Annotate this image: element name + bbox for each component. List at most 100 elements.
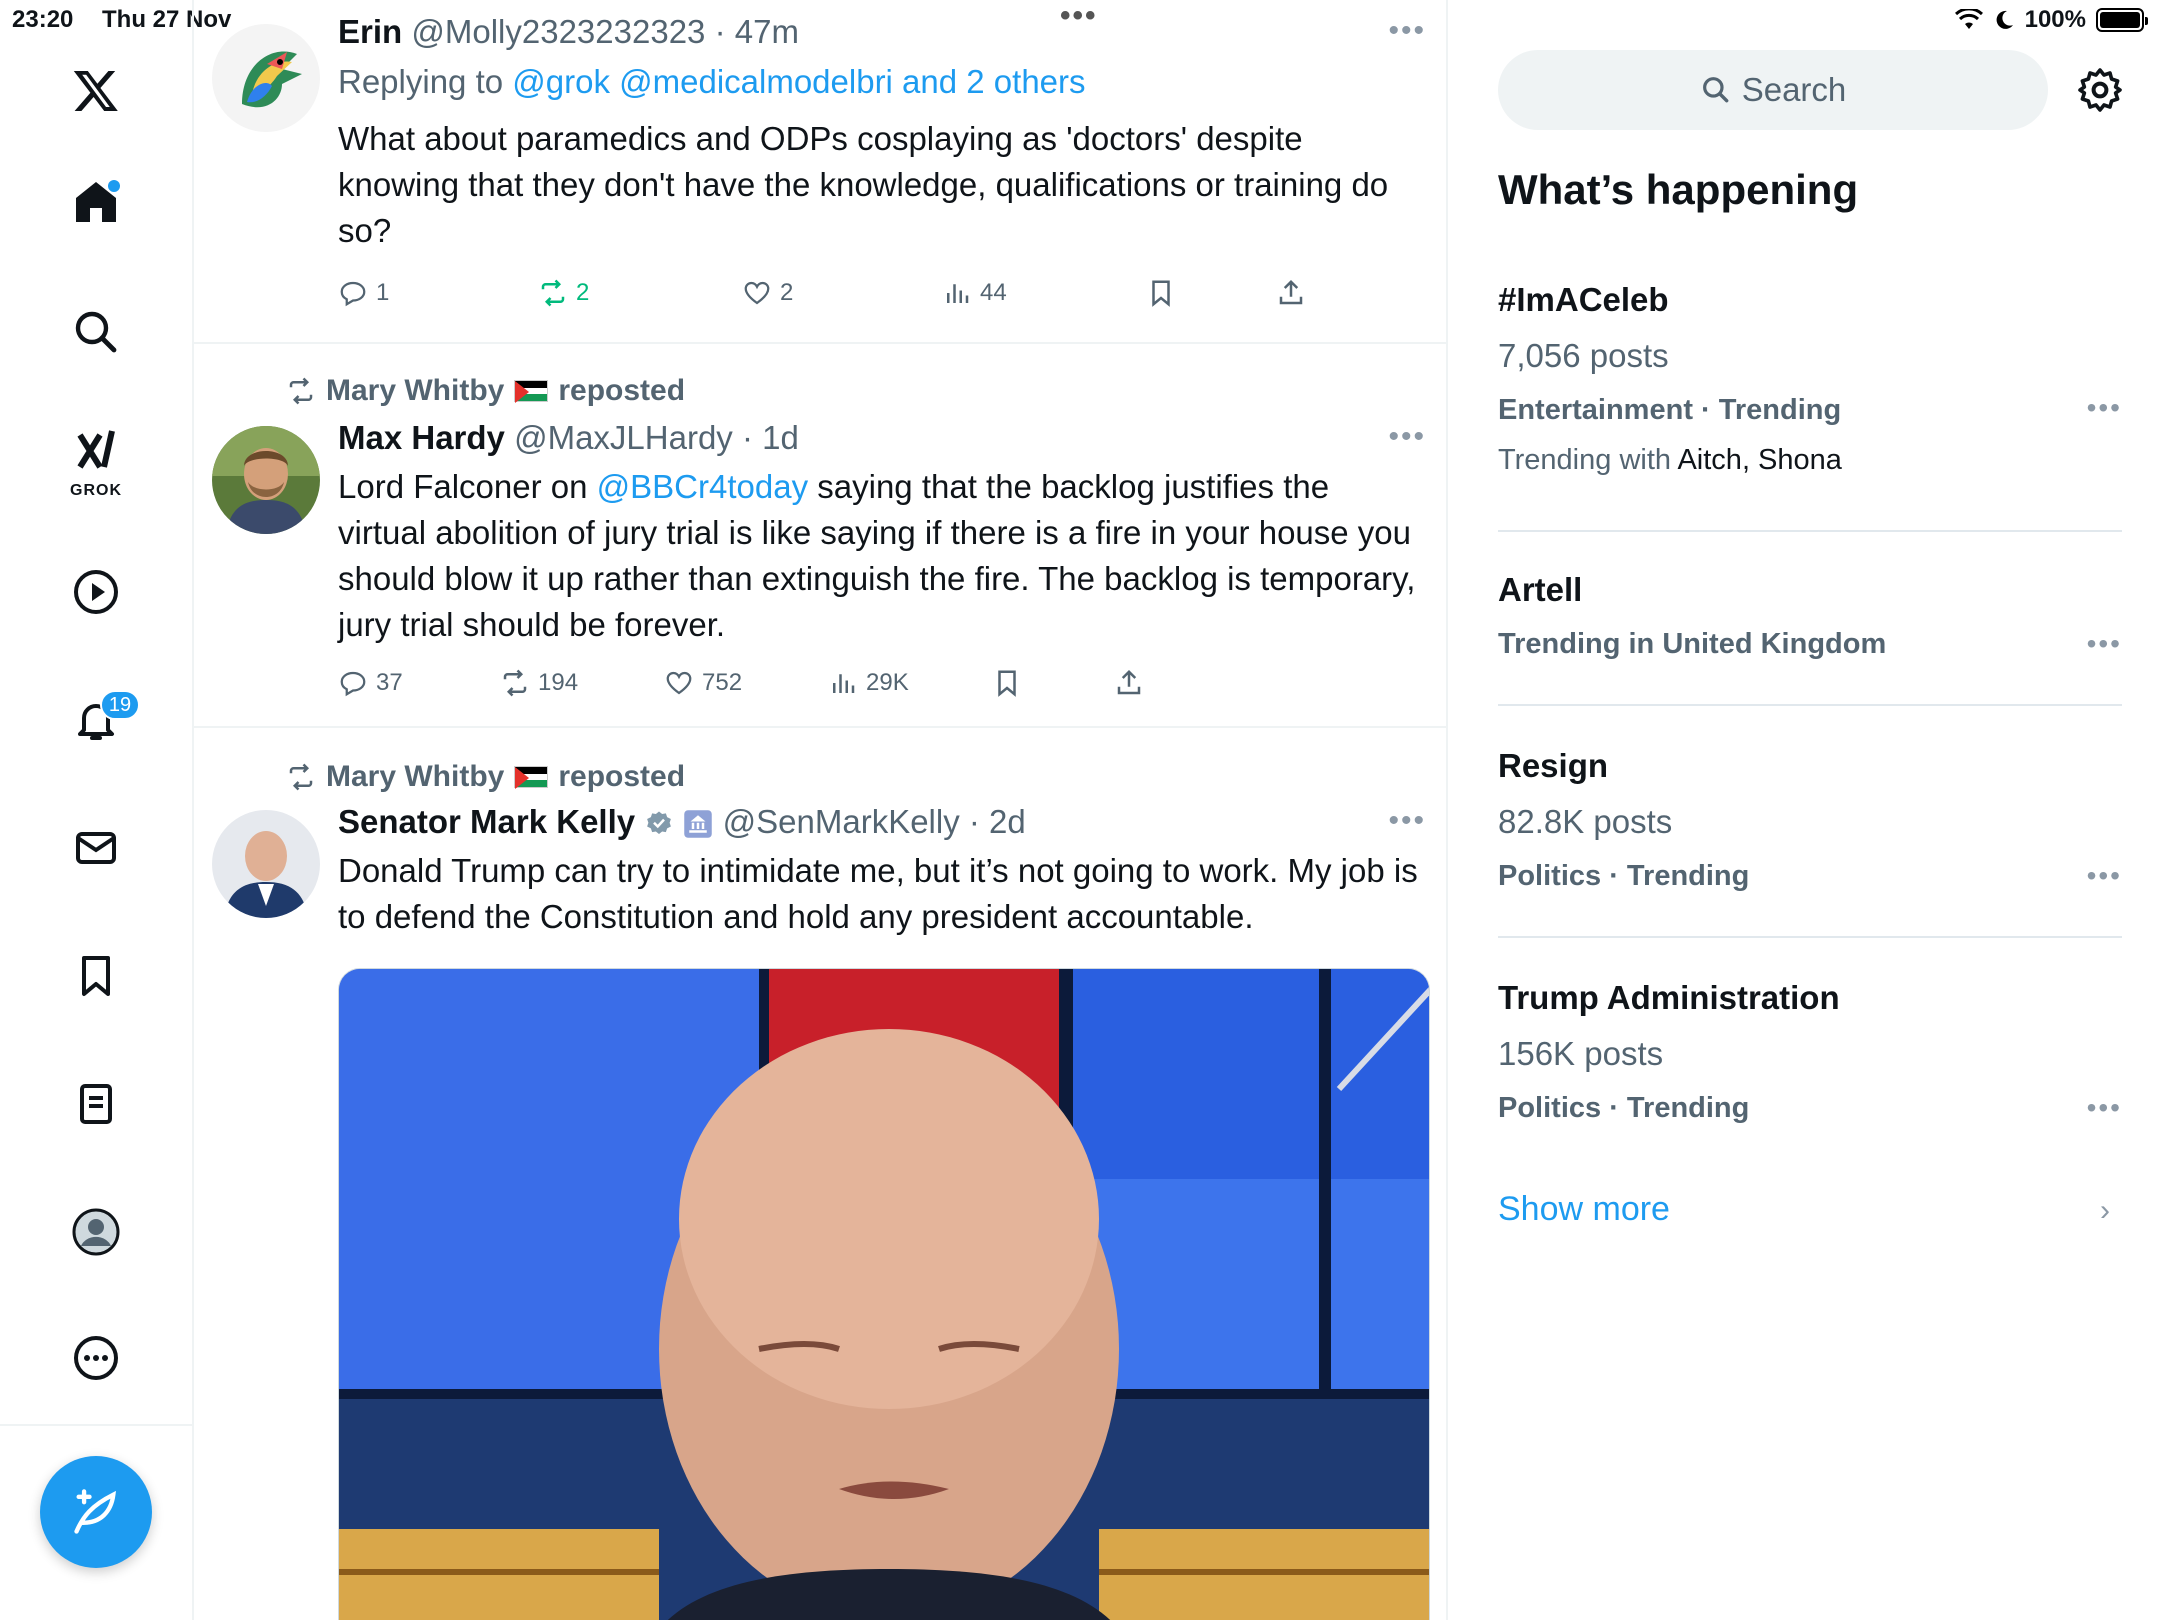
share-button[interactable] <box>1276 278 1306 308</box>
reposted-by-name[interactable]: Mary Whitby <box>326 374 504 408</box>
tweet-time[interactable]: · 47m <box>715 13 799 50</box>
reposted-label: reposted <box>558 760 686 793</box>
reposted-by-name[interactable]: Mary Whitby <box>326 760 504 794</box>
repost-button[interactable]: 2 <box>538 278 742 308</box>
tweet[interactable]: Mary Whitby reposted Max Hardy @MaxJLHar… <box>194 344 1446 728</box>
tweet[interactable]: Mary Whitby reposted Senator Mark Kelly … <box>194 728 1446 1620</box>
author-name[interactable]: Max Hardy <box>338 419 505 456</box>
tweet-content: Max Hardy @MaxJLHardy · 1d Lord Falconer… <box>338 416 1422 648</box>
repost-context: Mary Whitby reposted <box>286 760 685 794</box>
views-button[interactable]: 29K <box>828 668 992 698</box>
trend-divider <box>1498 704 2122 706</box>
gear-icon[interactable] <box>2076 66 2124 114</box>
reply-count: 37 <box>376 669 403 696</box>
share-icon <box>1117 669 1141 695</box>
tweet-more-icon[interactable]: ••• <box>1388 420 1426 454</box>
tweet-more-icon[interactable]: ••• <box>1388 14 1426 48</box>
reply-icon <box>340 671 366 697</box>
trend-item[interactable]: Trump Administration 156K posts Politics… <box>1498 976 2122 1128</box>
nav-grok[interactable]: GROK <box>60 418 132 502</box>
tweet-time[interactable]: · 2d <box>969 803 1026 840</box>
nav-more[interactable] <box>60 1322 132 1394</box>
nav-profile[interactable] <box>60 1196 132 1268</box>
like-button[interactable]: 2 <box>742 278 942 308</box>
repost-icon <box>289 377 313 405</box>
like-button[interactable]: 752 <box>664 668 828 698</box>
tweet-header: Erin @Molly2323232323 · 47m <box>338 10 1422 54</box>
home-unread-dot <box>108 180 120 192</box>
person-avatar-icon <box>212 426 320 534</box>
trend-name: Artell <box>1498 571 1583 608</box>
nav-explore[interactable] <box>60 296 132 368</box>
trend-with-prefix: Trending with <box>1498 444 1678 476</box>
views-count: 29K <box>866 669 909 696</box>
show-more-link[interactable]: Show more <box>1498 1190 1670 1229</box>
repost-count: 2 <box>576 279 590 306</box>
trend-post-count: 7,056 posts <box>1498 337 1669 374</box>
trend-more-icon[interactable]: ••• <box>2087 628 2122 660</box>
trend-more-icon[interactable]: ••• <box>2087 860 2122 892</box>
trend-more-icon[interactable]: ••• <box>2087 1092 2122 1124</box>
replying-to: Replying to @grok @medicalmodelbri and 2… <box>338 58 1422 106</box>
heart-icon <box>744 281 770 305</box>
views-button[interactable]: 44 <box>942 278 1146 308</box>
tweet-text: Donald Trump can try to intimidate me, b… <box>338 852 1418 935</box>
tweet-video-media[interactable] <box>338 968 1430 1620</box>
avatar[interactable] <box>212 810 320 918</box>
repost-context: Mary Whitby reposted <box>286 374 685 408</box>
author-handle[interactable]: @Molly2323232323 <box>411 13 705 50</box>
trend-name: Trump Administration <box>1498 979 1840 1016</box>
trend-category: Trending in United Kingdom <box>1498 628 1887 660</box>
author-handle[interactable]: @MaxJLHardy <box>514 419 733 456</box>
trend-item[interactable]: Resign 82.8K posts Politics · Trending •… <box>1498 744 2122 896</box>
notifications-badge: 19 <box>100 690 140 720</box>
reply-button[interactable]: 37 <box>338 668 500 698</box>
repost-icon <box>289 763 313 791</box>
avatar[interactable] <box>212 24 320 132</box>
nav-messages[interactable] <box>60 812 132 884</box>
reply-button[interactable]: 1 <box>338 278 538 308</box>
search-input[interactable]: Search <box>1498 50 2048 130</box>
like-count: 2 <box>780 279 794 306</box>
views-chart-icon <box>947 284 969 303</box>
nav-video[interactable] <box>60 556 132 628</box>
trend-item[interactable]: Artell Trending in United Kingdom ••• <box>1498 568 2122 664</box>
compose-post-button[interactable] <box>40 1456 152 1568</box>
author-handle[interactable]: @SenMarkKelly <box>723 803 960 840</box>
x-logo[interactable] <box>60 54 132 126</box>
timeline-feed: Erin @Molly2323232323 · 47m Replying to … <box>194 0 1448 1620</box>
nav-lists[interactable] <box>60 1068 132 1140</box>
tweet-time[interactable]: · 1d <box>742 419 799 456</box>
verified-badge-icon <box>647 811 672 835</box>
trend-item[interactable]: #ImACeleb 7,056 posts Entertainment · Tr… <box>1498 278 2122 480</box>
palestine-flag-icon <box>514 380 549 403</box>
trend-post-count: 156K posts <box>1498 1035 1664 1072</box>
grok-icon <box>77 430 115 469</box>
tweet-header: Senator Mark Kelly @SenMarkKelly · 2d <box>338 800 1422 844</box>
play-circle-icon <box>74 570 118 614</box>
trend-more-icon[interactable]: ••• <box>2087 392 2122 424</box>
author-name[interactable]: Erin <box>338 13 402 50</box>
avatar[interactable] <box>212 426 320 534</box>
author-name[interactable]: Senator Mark Kelly <box>338 803 635 840</box>
trend-divider <box>1498 530 2122 532</box>
bookmark-button[interactable] <box>1146 278 1276 308</box>
reposted-label: reposted <box>558 374 686 407</box>
replying-to-users[interactable]: @grok @medicalmodelbri and 2 others <box>512 63 1085 100</box>
bookmark-icon <box>1152 280 1170 307</box>
trend-post-count: 82.8K posts <box>1498 803 1673 840</box>
trend-with-names[interactable]: Aitch, Shona <box>1677 444 1841 476</box>
nav-home[interactable] <box>60 166 132 238</box>
nav-bookmarks[interactable] <box>60 940 132 1012</box>
mention-link[interactable]: @BBCr4today <box>597 468 808 505</box>
tweet-more-icon[interactable]: ••• <box>1388 804 1426 838</box>
nav-notifications[interactable]: 19 <box>60 684 140 756</box>
tweet-actions: 1 2 2 44 <box>338 278 1306 308</box>
tweet[interactable]: Erin @Molly2323232323 · 47m Replying to … <box>194 0 1446 344</box>
repost-button[interactable]: 194 <box>500 668 664 698</box>
bookmark-button[interactable] <box>992 668 1114 698</box>
repost-icon <box>541 279 565 307</box>
chevron-right-icon[interactable]: › <box>2100 1194 2110 1228</box>
share-button[interactable] <box>1114 668 1144 698</box>
search-placeholder: Search <box>1741 71 1847 108</box>
